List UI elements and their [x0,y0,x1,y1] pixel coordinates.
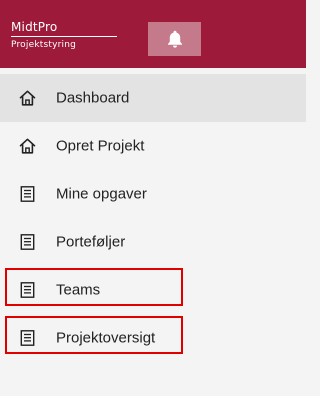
sidebar-item-dashboard[interactable]: Dashboard [0,74,306,122]
home-icon [19,138,36,155]
sidebar-item-opret-projekt[interactable]: Opret Projekt [0,122,306,170]
sidebar-item-teams[interactable]: Teams [0,266,306,314]
sidebar-item-label: Porteføljer [56,233,126,251]
app-header: MidtPro Projektstyring [0,0,306,68]
bell-icon [167,30,183,48]
home-icon [19,90,36,107]
sidebar-item-label: Projektoversigt [56,329,156,347]
brand-logo[interactable]: MidtPro Projektstyring [11,21,117,51]
sidebar-item-portefoljer[interactable]: Porteføljer [0,218,306,266]
notifications-button[interactable] [148,22,201,56]
document-icon [19,330,36,347]
sidebar-item-label: Opret Projekt [56,137,145,155]
document-icon [19,282,36,299]
sidebar-item-projektoversigt[interactable]: Projektoversigt [0,314,306,362]
sidebar-menu: Dashboard Opret Projekt Mine opgaver Por… [0,74,306,362]
sidebar-item-label: Teams [56,281,101,299]
document-icon [19,234,36,251]
sidebar-item-mine-opgaver[interactable]: Mine opgaver [0,170,306,218]
sidebar-item-label: Mine opgaver [56,185,147,203]
brand-name: MidtPro [11,21,117,37]
brand-subtitle: Projektstyring [11,40,77,50]
sidebar-item-label: Dashboard [56,89,130,107]
document-icon [19,186,36,203]
